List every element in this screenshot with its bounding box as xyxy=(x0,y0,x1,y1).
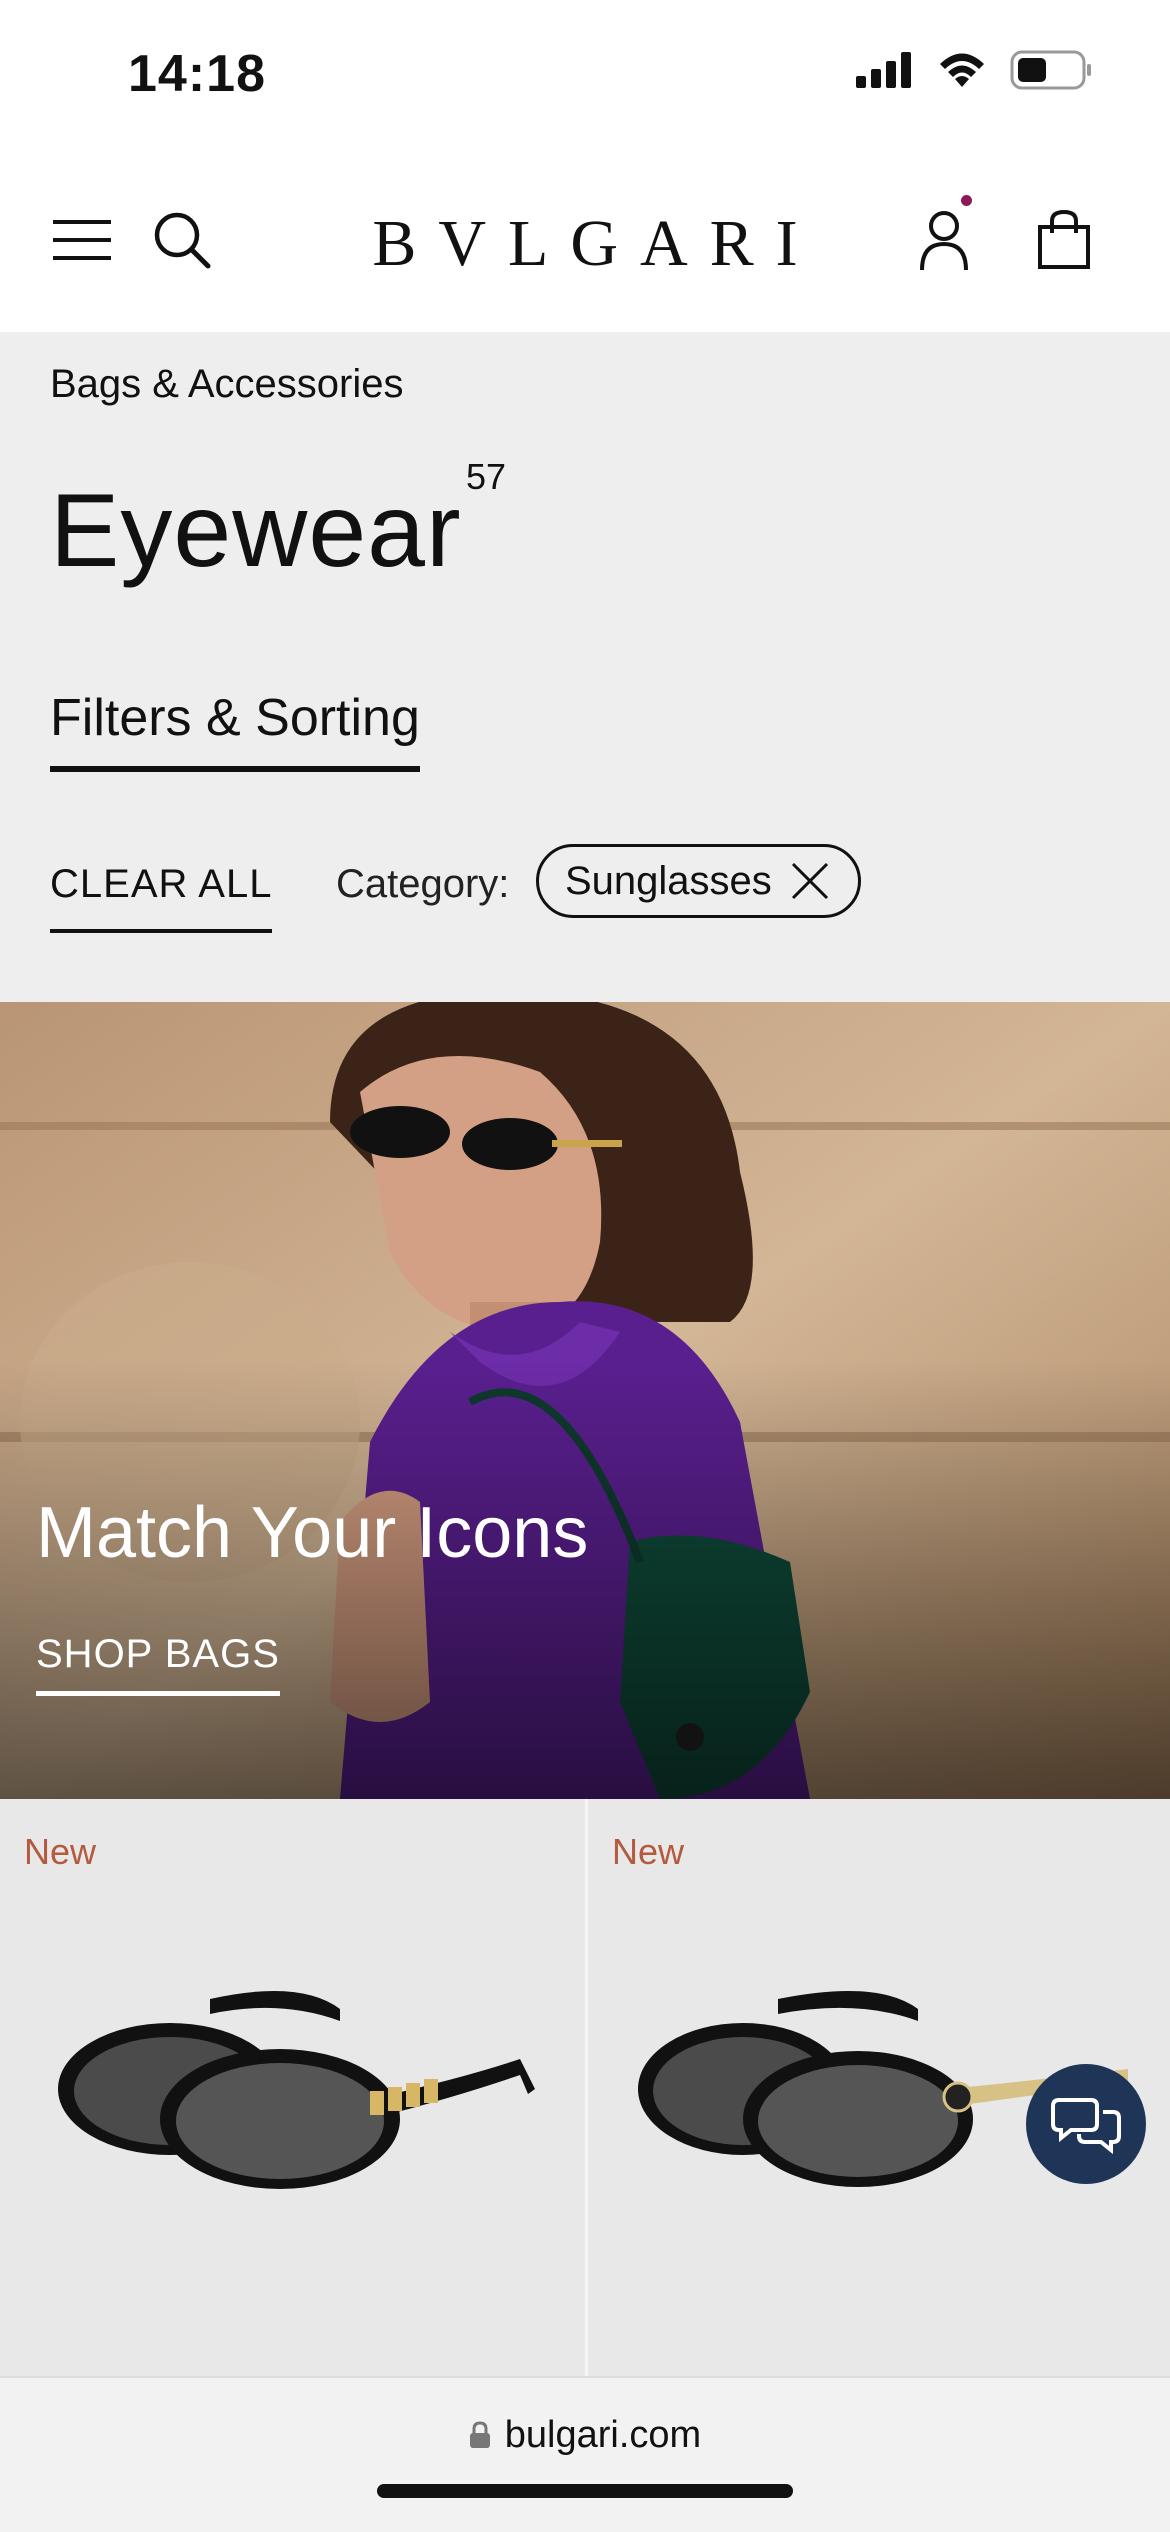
url-domain: bulgari.com xyxy=(504,2414,702,2456)
filters-sorting-button[interactable]: Filters & Sorting xyxy=(50,688,420,772)
filter-chip-label: Sunglasses xyxy=(565,858,772,903)
notification-dot xyxy=(961,195,972,206)
banner-headline: Match Your Icons xyxy=(36,1493,589,1573)
browser-url-bar[interactable]: bulgari.com xyxy=(0,2376,1170,2532)
status-time: 14:18 xyxy=(128,45,266,103)
category-header: Bags & Accessories Eyewear 57 Filters & … xyxy=(0,332,1170,1002)
site-header: BVLGARI xyxy=(0,150,1170,332)
status-icons xyxy=(856,50,1092,90)
brand-logo[interactable]: BVLGARI xyxy=(0,206,1170,282)
new-badge: New xyxy=(612,1831,685,1872)
promo-banner[interactable]: Match Your Icons SHOP BAGS xyxy=(0,1002,1170,1799)
url-text: bulgari.com xyxy=(0,2414,1170,2457)
account-icon[interactable] xyxy=(912,206,976,276)
home-indicator[interactable] xyxy=(377,2484,793,2498)
lock-icon xyxy=(469,2421,490,2448)
sunglasses-image xyxy=(58,1991,535,2189)
shop-bags-link[interactable]: SHOP BAGS xyxy=(36,1632,280,1696)
clear-all-button[interactable]: CLEAR ALL xyxy=(50,862,273,933)
filter-chip-sunglasses[interactable]: Sunglasses xyxy=(536,844,861,918)
product-grid: New New xyxy=(0,1799,1170,2376)
status-bar: 14:18 xyxy=(0,0,1170,150)
shopping-bag-icon[interactable] xyxy=(1032,204,1096,274)
chat-button[interactable] xyxy=(1026,2064,1146,2184)
close-icon[interactable] xyxy=(790,861,830,901)
wifi-icon xyxy=(940,53,984,87)
breadcrumb[interactable]: Bags & Accessories xyxy=(50,362,404,407)
chat-icon xyxy=(1051,2098,1121,2154)
result-count: 57 xyxy=(466,456,507,497)
new-badge: New xyxy=(24,1831,97,1872)
signal-icon xyxy=(856,52,911,88)
category-filter-label: Category: xyxy=(336,862,510,906)
product-card[interactable]: New xyxy=(0,1799,585,2376)
battery-icon xyxy=(1010,50,1091,90)
page-title: Eyewear xyxy=(50,473,462,589)
